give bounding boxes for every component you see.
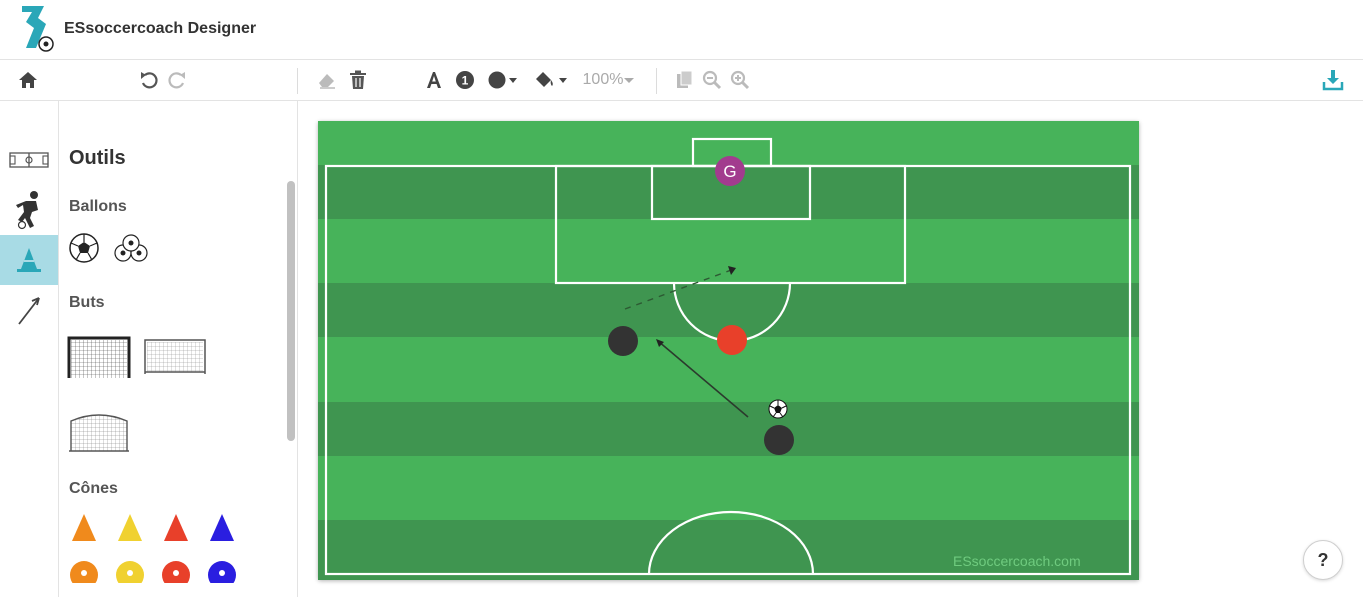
undo-icon[interactable] [137, 68, 161, 92]
section-cones: Cônes [69, 480, 118, 497]
player-dark-2 [764, 425, 794, 455]
drawing-canvas-area: G ESsoccercoach.com [298, 101, 1363, 597]
player-icon[interactable] [0, 185, 58, 235]
player-red [717, 325, 747, 355]
marker-yellow-tool[interactable] [115, 559, 145, 589]
zoom-in-icon[interactable] [729, 68, 751, 92]
zoom-out-icon[interactable] [701, 68, 723, 92]
trash-icon[interactable] [346, 68, 370, 92]
player-dark-1 [608, 326, 638, 356]
app-title: ESsoccercoach Designer [64, 20, 257, 37]
section-balls: Ballons [69, 198, 127, 215]
panel-scrollbar[interactable] [287, 181, 295, 441]
grass-stripe [318, 520, 1139, 580]
panel-title: Outils [69, 147, 126, 169]
zoom-value: 100% [582, 71, 624, 88]
pitch-icon[interactable] [0, 135, 58, 185]
toolbar-divider [656, 68, 657, 94]
app-logo [16, 4, 56, 54]
cone-blue-tool[interactable] [207, 513, 237, 548]
marker-red-tool[interactable] [161, 559, 191, 589]
tools-panel: Outils Ballons Buts Cônes [59, 101, 298, 597]
app-header: ESsoccercoach Designer [0, 0, 1363, 60]
help-button[interactable]: ? [1303, 540, 1343, 580]
marker-orange-tool[interactable] [69, 559, 99, 589]
section-goals: Buts [69, 294, 105, 311]
marker-blue-tool[interactable] [207, 559, 237, 589]
balls-group-tool[interactable] [111, 231, 151, 270]
svg-text:1: 1 [462, 74, 469, 88]
goal-tool-side[interactable] [67, 411, 131, 460]
shape-color-icon[interactable] [486, 68, 522, 92]
category-rail [0, 101, 59, 597]
goalkeeper-label: G [723, 162, 736, 181]
copy-icon[interactable] [674, 68, 696, 92]
pitch-canvas[interactable]: G ESsoccercoach.com [318, 121, 1139, 580]
chevron-down-icon [624, 78, 635, 83]
arrow-icon[interactable] [0, 285, 58, 335]
text-icon[interactable] [422, 68, 446, 92]
goal-tool-back[interactable] [143, 338, 207, 383]
ball-tool[interactable] [67, 231, 101, 270]
ball-token [768, 399, 788, 419]
home-icon[interactable] [16, 68, 40, 92]
cone-yellow-tool[interactable] [115, 513, 145, 548]
eraser-icon[interactable] [315, 68, 339, 92]
cone-icon[interactable] [0, 235, 58, 285]
watermark: ESsoccercoach.com [953, 553, 1081, 569]
cone-red-tool[interactable] [161, 513, 191, 548]
grass-stripe [318, 402, 1139, 456]
redo-icon[interactable] [165, 68, 189, 92]
toolbar-divider [297, 68, 298, 94]
cone-orange-tool[interactable] [69, 513, 99, 548]
number-icon[interactable]: 1 [453, 68, 477, 92]
fill-color-icon[interactable] [532, 68, 570, 92]
goal-tool-front[interactable] [67, 334, 131, 385]
toolbar: 1 100% [0, 60, 1363, 101]
download-icon[interactable] [1321, 68, 1345, 92]
zoom-dropdown[interactable]: 100% [580, 68, 638, 92]
